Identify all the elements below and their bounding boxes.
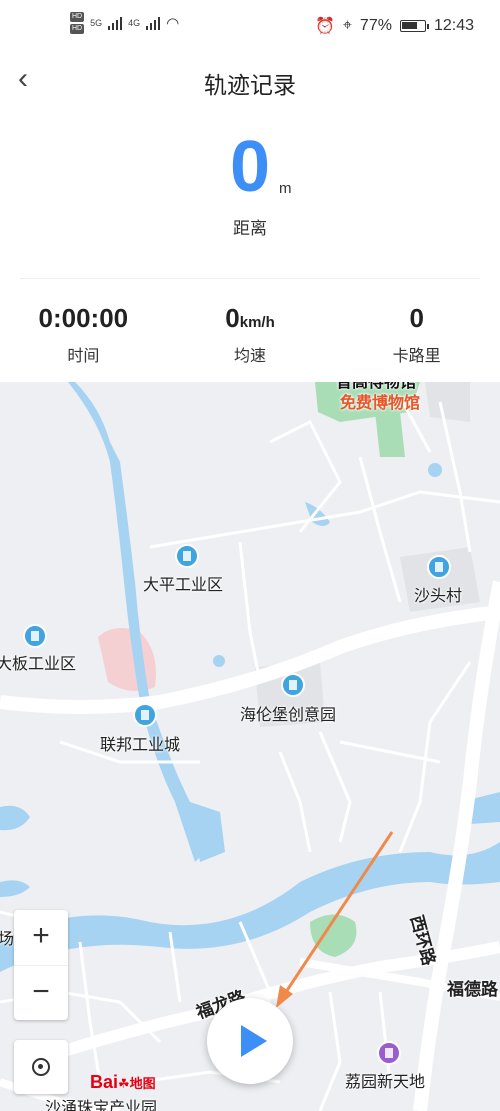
hd-badge: HD [70,24,85,34]
poi-liyuan[interactable]: 荔园新天地 [345,1068,425,1092]
poi-hailunbao[interactable]: 海伦堡创意园 [240,701,336,725]
hd-badge: HD [70,12,85,22]
distance-label: 距离 [233,219,267,238]
locate-me-button[interactable] [14,1040,68,1094]
hd-icon: HD HD [70,12,85,34]
stat-time-label: 时间 [67,348,100,365]
page-title: 轨迹记录 [204,72,296,98]
battery-percent: 77% [359,17,392,34]
clock: 12:43 [433,17,474,34]
zoom-controls: + − [14,910,68,1020]
distance-value: 0 [229,127,271,207]
building-pin-icon[interactable] [23,624,47,648]
alarm-icon: ⏰ [314,18,335,35]
network-5g-label: 5G [90,18,103,28]
signal-icon [146,16,161,30]
poi-edge-label: 场 [0,931,15,948]
zoom-out-button[interactable]: − [14,966,68,1021]
pond [213,655,225,667]
network-4g-label: 4G [128,18,141,28]
poi-dapingindustrial[interactable]: 大平工业区 [143,571,223,595]
stat-speed-label: 均速 [234,348,267,365]
locate-icon [32,1058,50,1076]
distance-display: 0 m [0,128,500,206]
divider [20,278,480,279]
stat-speed: 0km/h 均速 [167,298,334,378]
baidu-logo-suffix: 地图 [129,1076,156,1091]
stats-row: 0:00:00 时间 0km/h 均速 0 卡路里 [0,298,500,378]
stat-speed-value: 0 [225,303,240,333]
wifi-icon: ◠ [166,15,180,32]
status-bar: HD HD 5G 4G ◠ ⏰ ⌖ 77% 12:43 [0,0,500,56]
network-indicators: HD HD 5G 4G ◠ [70,12,179,34]
poi-free-museum[interactable]: 免费博物馆 [340,389,420,413]
location-icon: ⌖ [342,17,352,34]
signal-icon [108,16,123,30]
stat-time: 0:00:00 时间 [0,298,167,378]
park-area [375,412,405,457]
stat-time-value: 0:00:00 [38,303,129,333]
road-label-fude: 福德路 [447,980,498,999]
poi-daban[interactable]: 大板工业区 [0,650,76,674]
battery-fill [401,22,417,29]
building-pin-icon[interactable] [427,555,451,579]
stat-calories-value: 0 [409,303,424,333]
poi-shatou[interactable]: 沙头村 [414,582,462,606]
pond [428,463,442,477]
app-header: ‹ 轨迹记录 [0,56,500,106]
stat-speed-unit: km/h [239,314,275,331]
stat-calories: 0 卡路里 [333,298,500,378]
baidu-map-logo: Bai☘地图 [90,1072,156,1093]
battery-icon [399,20,429,32]
building-pin-icon[interactable] [281,673,305,697]
zoom-in-button[interactable]: + [14,910,68,966]
building-pin-icon[interactable] [175,544,199,568]
poi-edge-shachong: 沙涌珠宝产业园 [45,1100,158,1111]
distance-unit: m [279,180,292,197]
paw-icon: ☘ [118,1076,130,1091]
play-start-button[interactable] [207,998,293,1084]
shopping-pin-icon[interactable] [377,1041,401,1065]
building-pin-icon[interactable] [133,703,157,727]
stat-calories-label: 卡路里 [392,348,441,365]
status-right: ⏰ ⌖ 77% 12:43 [315,16,474,36]
baidu-logo-text: Bai [90,1072,119,1092]
poi-lianbang[interactable]: 联邦工业城 [100,731,180,755]
